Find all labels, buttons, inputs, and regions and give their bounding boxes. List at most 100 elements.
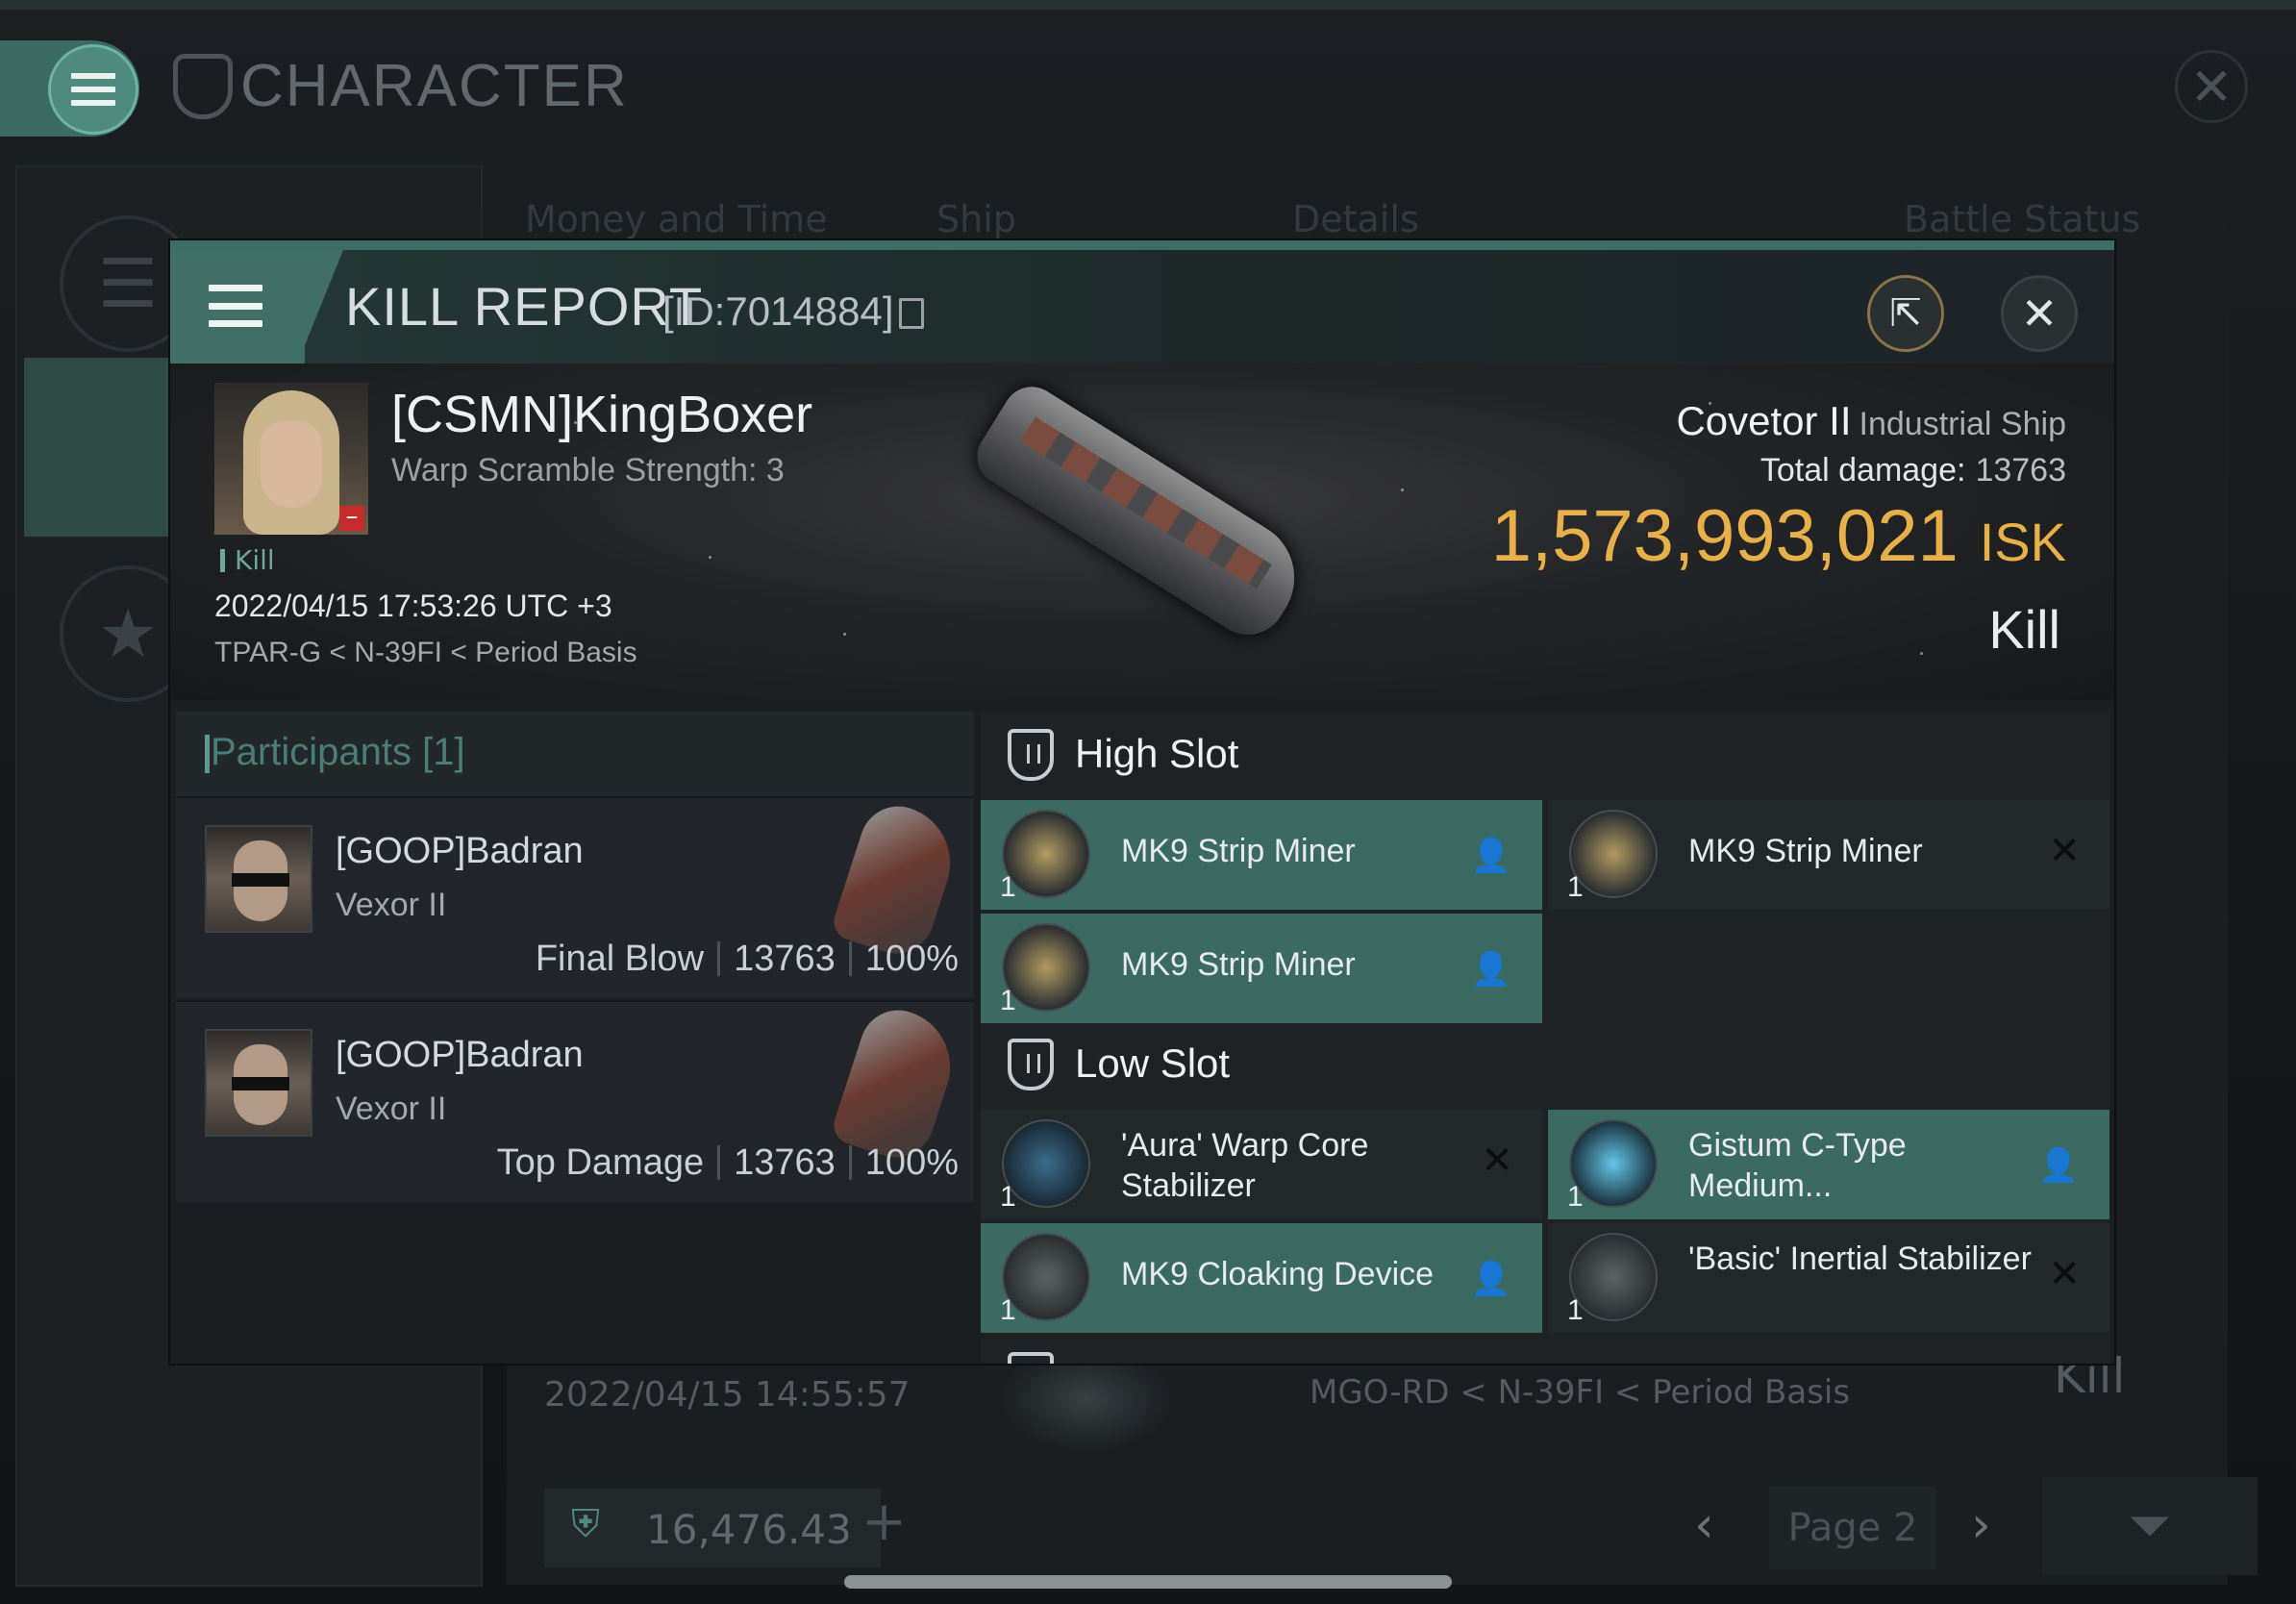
low-slot-label: Low Slot <box>1075 1040 1231 1086</box>
module-quantity: 1 <box>1567 1294 1584 1326</box>
column-money-time[interactable]: Money and Time <box>525 198 828 240</box>
page-indicator: Page 2 <box>1769 1487 1936 1569</box>
filter-button[interactable]: ⏷ <box>2042 1477 2258 1575</box>
kill-result: Kill <box>1988 599 2060 660</box>
star-icon: ★ <box>97 594 159 673</box>
participants-panel: Participants [1] [GOOP]Badran Vexor II F… <box>176 712 974 1364</box>
warp-scramble-strength: Warp Scramble Strength: 3 <box>391 452 785 489</box>
participants-title: Participants [1] <box>211 731 465 773</box>
module-name: 'Basic' Inertial Stabilizer <box>1688 1241 2032 1277</box>
ship-name[interactable]: Covetor II <box>1676 398 1851 443</box>
participant-role: Final Blow <box>535 939 705 979</box>
participant-damage: 13763 <box>734 1142 836 1183</box>
module-name: MK9 Strip Miner <box>1121 833 1356 869</box>
participant-ship: Vexor II <box>336 1090 447 1127</box>
sidebar-active-highlight <box>24 358 178 537</box>
module-quantity: 1 <box>1000 1181 1016 1213</box>
module-item[interactable]: 1 'Aura' Warp Core Stabilizer ✕ <box>981 1110 1542 1219</box>
wallet-value: 16,476.43 <box>646 1506 852 1553</box>
destroyed-x-icon: ✕ <box>1481 1139 1513 1183</box>
participant-stats: Final Blow 13763 100% <box>536 939 959 980</box>
participant-ship: Vexor II <box>336 887 447 923</box>
top-border <box>0 0 2296 10</box>
victim-name[interactable]: [CSMN]KingBoxer <box>391 385 812 444</box>
participant-name: [GOOP]Badran <box>336 831 584 871</box>
module-quantity: 1 <box>1567 1181 1584 1213</box>
kill-report-dialog: KILL REPORT [ID:7014884] ⇱ ✕ – [CSMN]Kin… <box>170 240 2114 1364</box>
character-title: CHARACTER <box>173 52 629 120</box>
column-details[interactable]: Details <box>1292 198 1419 240</box>
kill-tag: Kill <box>220 544 275 576</box>
module-quantity: 1 <box>1000 985 1016 1016</box>
module-name: MK9 Strip Miner <box>1688 833 1923 869</box>
total-damage-label: Total damage: <box>1759 452 1966 489</box>
low-slot-header: Low Slot <box>981 1021 2110 1106</box>
next-page-button[interactable]: › <box>1971 1496 1991 1554</box>
destroyed-x-icon: ✕ <box>2048 1252 2081 1296</box>
kill-report-id: [ID:7014884] <box>662 288 894 334</box>
row-date: 2022/04/15 14:55:57 <box>544 1375 911 1415</box>
participant-portrait[interactable] <box>205 825 312 933</box>
hamburger-icon <box>71 73 115 106</box>
module-item[interactable]: 1 MK9 Strip Miner 👤 <box>981 914 1542 1023</box>
copy-icon[interactable] <box>899 298 924 329</box>
isk-value: 1,573,993,021 <box>1490 495 1959 577</box>
close-icon: ✕ <box>2189 56 2234 117</box>
total-damage-line: Total damage: 13763 <box>1760 452 2066 489</box>
module-quantity: 1 <box>1000 1294 1016 1326</box>
column-ship[interactable]: Ship <box>936 198 1016 240</box>
module-item[interactable]: 1 MK9 Strip Miner ✕ <box>1548 800 2109 910</box>
kill-report-title: KILL REPORT <box>345 276 704 337</box>
close-button[interactable]: ✕ <box>2001 275 2078 352</box>
kill-report-menu-button[interactable] <box>170 250 305 363</box>
isk-unit: ISK <box>1979 512 2066 572</box>
row-location: MGO-RD < N-39FI < Period Basis <box>1310 1373 1851 1412</box>
horizontal-scrollbar[interactable] <box>844 1575 1452 1589</box>
module-item[interactable]: 1 MK9 Strip Miner 👤 <box>981 800 1542 910</box>
participant-row[interactable]: [GOOP]Badran Vexor II Final Blow 13763 100… <box>176 796 974 998</box>
victim-portrait[interactable]: – <box>214 383 368 535</box>
filter-icon: ⏷ <box>2128 1494 2172 1557</box>
character-icon <box>173 53 233 119</box>
dropped-person-icon: 👤 <box>1470 950 1511 989</box>
participants-header[interactable]: Participants [1] <box>176 712 974 796</box>
share-button[interactable]: ⇱ <box>1867 275 1944 352</box>
column-battle-status[interactable]: Battle Status <box>1904 198 2140 240</box>
participant-percent: 100% <box>864 939 959 979</box>
kill-datetime: 2022/04/15 17:53:26 UTC +3 <box>214 589 612 623</box>
destroyed-x-icon: ✕ <box>2048 829 2081 873</box>
add-funds-button[interactable]: + <box>861 1491 907 1553</box>
low-slot-icon <box>1008 1039 1054 1090</box>
participant-role: Top Damage <box>496 1142 705 1183</box>
dropped-person-icon: 👤 <box>2037 1146 2079 1185</box>
dropped-person-icon: 👤 <box>1470 837 1511 875</box>
prev-page-button[interactable]: ‹ <box>1694 1496 1714 1554</box>
participant-stats: Top Damage 13763 100% <box>497 1142 959 1184</box>
list-icon: ☰ <box>97 244 159 323</box>
participant-percent: 100% <box>864 1142 959 1183</box>
mid-slot-icon <box>1008 1352 1054 1364</box>
character-title-text: CHARACTER <box>240 53 629 119</box>
participant-portrait[interactable] <box>205 1029 312 1137</box>
module-item[interactable]: 1 MK9 Cloaking Device 👤 <box>981 1223 1542 1333</box>
high-slot-label: High Slot <box>1075 731 1239 776</box>
module-quantity: 1 <box>1567 871 1584 903</box>
module-quantity: 1 <box>1000 871 1016 903</box>
module-name: Gistum C-Type Medium... <box>1688 1127 1907 1204</box>
high-slot-icon <box>1008 729 1054 781</box>
module-item[interactable]: 1 Gistum C-Type Medium... 👤 <box>1548 1110 2109 1219</box>
kill-location[interactable]: TPAR-G < N-39FI < Period Basis <box>214 637 637 669</box>
hamburger-icon <box>209 285 262 327</box>
victim-ship-render <box>930 375 1353 671</box>
module-name: MK9 Cloaking Device <box>1121 1256 1435 1292</box>
main-menu-button[interactable] <box>48 44 138 135</box>
external-link-icon: ⇱ <box>1889 291 1922 336</box>
participant-row[interactable]: [GOOP]Badran Vexor II Top Damage 13763 100… <box>176 1000 974 1202</box>
total-damage-value: 13763 <box>1975 452 2066 489</box>
victim-banner: – [CSMN]KingBoxer Warp Scramble Strength… <box>170 363 2114 700</box>
close-icon: ✕ <box>2020 288 2059 339</box>
module-item[interactable]: 1 'Basic' Inertial Stabilizer ✕ <box>1548 1223 2109 1333</box>
module-name: MK9 Strip Miner <box>1121 946 1356 983</box>
ship-name-line: Covetor II Industrial Ship <box>1676 398 2066 444</box>
character-close-button[interactable]: ✕ <box>2175 50 2248 123</box>
